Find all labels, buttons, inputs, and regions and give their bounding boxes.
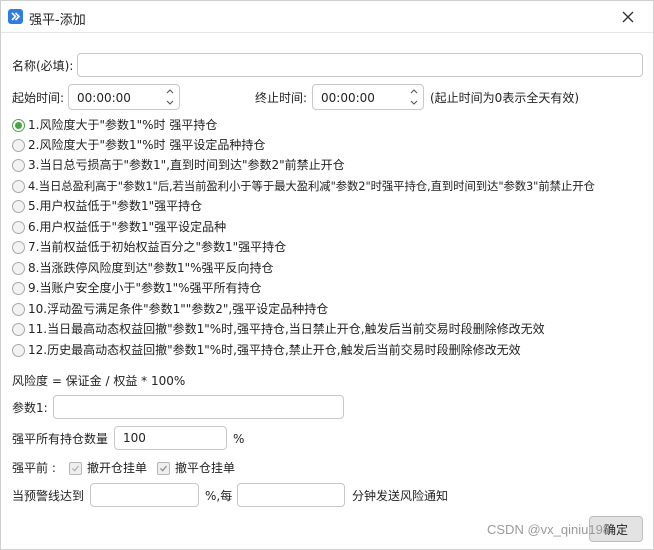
option-label: 5.用户权益低于"参数1"强平持仓: [28, 199, 203, 213]
watermark: CSDN @vx_qiniu198: [487, 522, 611, 537]
option-radio-1[interactable]: 1.风险度大于"参数1"%时 强平持仓: [12, 116, 217, 134]
option-radio-7[interactable]: 7.当前权益低于初始权益百分之"参数1"强平持仓: [12, 238, 286, 256]
before-force-label: 强平前 :: [12, 461, 56, 475]
radio-button[interactable]: [12, 240, 25, 254]
dialog-window: 强平-添加 名称(必填): 起始时间: 00:00:00 终止时间: 00:00…: [0, 0, 654, 550]
time-hint: (起止时间为0表示全天有效): [430, 91, 579, 105]
option-radio-8[interactable]: 8.当涨跌停风险度到达"参数1"%强平反向持仓: [12, 259, 274, 277]
title-bar: 强平-添加: [1, 1, 653, 33]
option-label: 8.当涨跌停风险度到达"参数1"%强平反向持仓: [28, 261, 274, 275]
option-label: 3.当日总亏损高于"参数1",直到时间到达"参数2"前禁止开仓: [28, 158, 345, 172]
radio-button[interactable]: [12, 302, 25, 316]
start-time-spinner: [163, 86, 177, 108]
warning-middle: %,每: [205, 489, 233, 503]
check-icon: [72, 465, 80, 472]
end-time-input[interactable]: 00:00:00: [312, 84, 424, 110]
option-label: 9.当账户安全度小于"参数1"%强平所有持仓: [28, 281, 262, 295]
cancel-close-orders-checkbox[interactable]: 撤平仓挂单: [157, 460, 235, 476]
option-radio-10[interactable]: 10.浮动盈亏满足条件"参数1""参数2",强平设定品种持仓: [12, 300, 328, 318]
spin-up-icon: [410, 89, 418, 94]
end-time-up-button[interactable]: [407, 86, 421, 97]
spin-down-icon: [410, 100, 418, 105]
start-time-input[interactable]: 00:00:00: [68, 84, 180, 110]
end-time-value: 00:00:00: [321, 91, 375, 105]
radio-button[interactable]: [12, 220, 25, 234]
quantity-label: 强平所有持仓数量: [12, 432, 109, 446]
close-icon: [622, 11, 634, 23]
radio-button[interactable]: [12, 343, 25, 357]
warning-suffix: 分钟发送风险通知: [352, 489, 449, 503]
window-title: 强平-添加: [29, 13, 86, 28]
option-label: 4.当日总盈利高于"参数1"后,若当前盈利小于等于最大盈利减"参数2"时强平持仓…: [28, 179, 595, 193]
option-label: 10.浮动盈亏满足条件"参数1""参数2",强平设定品种持仓: [28, 302, 329, 316]
check-icon: [160, 465, 168, 472]
radio-button[interactable]: [12, 322, 25, 336]
cancel-close-orders-label: 撤平仓挂单: [175, 461, 236, 475]
end-time-spinner: [407, 86, 421, 108]
close-button[interactable]: [617, 7, 639, 27]
radio-button[interactable]: [12, 179, 25, 193]
option-label: 2.风险度大于"参数1"%时 强平设定品种持仓: [28, 138, 266, 152]
param1-label: 参数1:: [12, 401, 48, 415]
option-radio-12[interactable]: 12.历史最高动态权益回撤"参数1"%时,强平持仓,禁止开仓,触发后当前交易时段…: [12, 341, 521, 359]
warning-prefix: 当预警线达到: [12, 489, 85, 503]
name-input[interactable]: [77, 53, 643, 77]
checkbox-box[interactable]: [157, 461, 170, 475]
option-label: 12.历史最高动态权益回撤"参数1"%时,强平持仓,禁止开仓,触发后当前交易时段…: [28, 343, 521, 357]
spin-down-icon: [166, 100, 174, 105]
start-time-label: 起始时间:: [12, 91, 65, 105]
warning-minutes-input[interactable]: [237, 483, 345, 507]
cancel-open-orders-label: 撤开仓挂单: [87, 461, 148, 475]
param1-input[interactable]: [53, 395, 344, 419]
end-time-down-button[interactable]: [407, 97, 421, 108]
warning-level-input[interactable]: [90, 483, 199, 507]
cancel-open-orders-checkbox[interactable]: 撤开仓挂单: [69, 460, 147, 476]
radio-button[interactable]: [12, 281, 25, 295]
radio-button[interactable]: [12, 199, 25, 213]
start-time-down-button[interactable]: [163, 97, 177, 108]
option-label: 11.当日最高动态权益回撤"参数1"%时,强平持仓,当日禁止开仓,触发后当前交易…: [28, 322, 545, 336]
radio-button[interactable]: [12, 158, 25, 172]
option-radio-9[interactable]: 9.当账户安全度小于"参数1"%强平所有持仓: [12, 279, 262, 297]
option-radio-3[interactable]: 3.当日总亏损高于"参数1",直到时间到达"参数2"前禁止开仓: [12, 156, 345, 174]
option-radio-11[interactable]: 11.当日最高动态权益回撤"参数1"%时,强平持仓,当日禁止开仓,触发后当前交易…: [12, 320, 545, 338]
spin-up-icon: [166, 89, 174, 94]
end-time-label: 终止时间:: [255, 91, 308, 105]
risk-formula: 风险度 = 保证金 / 权益 * 100%: [12, 374, 186, 388]
option-label: 1.风险度大于"参数1"%时 强平持仓: [28, 118, 218, 132]
option-radio-4[interactable]: 4.当日总盈利高于"参数1"后,若当前盈利小于等于最大盈利减"参数2"时强平持仓…: [12, 177, 595, 195]
option-radio-6[interactable]: 6.用户权益低于"参数1"强平设定品种: [12, 218, 226, 236]
name-label: 名称(必填):: [12, 59, 74, 73]
radio-button[interactable]: [12, 138, 25, 152]
radio-button[interactable]: [12, 118, 25, 132]
start-time-up-button[interactable]: [163, 86, 177, 97]
app-logo-icon: [8, 9, 23, 24]
quantity-unit: %: [233, 432, 245, 446]
option-label: 7.当前权益低于初始权益百分之"参数1"强平持仓: [28, 240, 287, 254]
option-radio-5[interactable]: 5.用户权益低于"参数1"强平持仓: [12, 197, 202, 215]
radio-button[interactable]: [12, 261, 25, 275]
option-radio-2[interactable]: 2.风险度大于"参数1"%时 强平设定品种持仓: [12, 136, 265, 154]
quantity-input[interactable]: [114, 426, 227, 450]
start-time-value: 00:00:00: [77, 91, 131, 105]
option-label: 6.用户权益低于"参数1"强平设定品种: [28, 220, 227, 234]
checkbox-box[interactable]: [69, 461, 82, 475]
